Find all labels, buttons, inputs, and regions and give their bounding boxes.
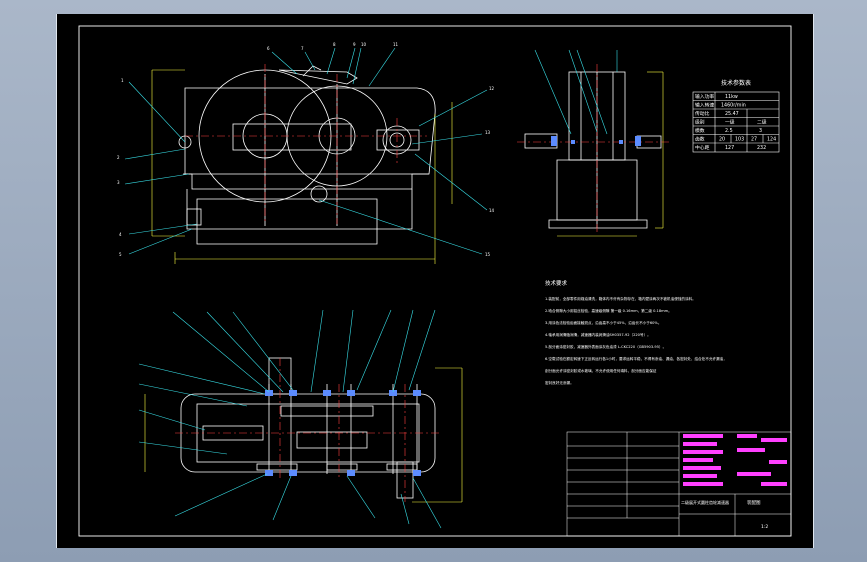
front-balloons: 123 456 78 9 10 1112 131415 [117, 42, 495, 257]
svg-text:13: 13 [485, 130, 491, 135]
param-stage-2: 二级 [757, 119, 767, 126]
side-leaders [534, 49, 618, 135]
param-label-speed: 输入转速 [695, 102, 714, 109]
requirement-7: 剖分面允许涂密封胶或水玻璃，不允许使用任何填料，剖分面应能保证 [545, 368, 657, 373]
top-view [180, 357, 436, 499]
tech-params-title: 技术参数表 [721, 79, 751, 87]
requirement-8: 密封良好无渗漏。 [545, 380, 574, 385]
param-value-speed: 1460r/min [721, 103, 746, 109]
title-block-drawing-no: 装配图 [747, 499, 761, 506]
svg-text:7: 7 [301, 46, 304, 51]
param-teeth-2: 103 [735, 137, 744, 143]
requirements-title: 技术要求 [545, 279, 568, 287]
svg-text:6: 6 [267, 46, 270, 51]
requirement-6: 6.空载试验在额定转速下正反转运行各1小时，要求运转平稳，不得有渗油、漏油，各密… [545, 356, 727, 361]
title-block-name: 二级展开式圆柱齿轮减速器 [681, 499, 729, 505]
top-leaders [138, 309, 442, 529]
param-module-1: 2.5 [725, 128, 733, 134]
cad-viewport: 123 456 789 10 11 12 13 14 15 技术参数表 输入功率… [0, 0, 867, 562]
svg-text:14: 14 [489, 208, 495, 213]
title-block-magenta [683, 434, 787, 486]
requirement-2: 2.啮合侧隙大小用铅丝检验，高速级侧隙 第一级 0.16mm，第二级 0.18m… [545, 308, 672, 313]
svg-text:12: 12 [489, 86, 495, 91]
param-label-power: 输入功率 [695, 93, 714, 100]
param-center-1: 127 [725, 145, 734, 151]
svg-text:2: 2 [117, 155, 120, 160]
param-teeth-1: 20 [719, 137, 725, 143]
param-label-teeth: 齿数 [695, 136, 705, 143]
requirement-4: 4.轴承用润滑脂润滑，减速器内装润滑油SH0357-92（220号）。 [545, 332, 651, 337]
requirement-1: 1.装配前，全部零件用煤油清洗，箱体内不许有杂物存在，箱内壁涂两次不被机油侵蚀的… [545, 296, 696, 301]
param-module-2: 3 [759, 128, 762, 134]
drawing-sheet[interactable]: 123 456 789 10 11 12 13 14 15 技术参数表 输入功率… [56, 14, 814, 548]
param-value-ratio: 25.47 [725, 111, 739, 117]
assembly-drawing: 123 456 78 9 10 1112 131415 技术参数表 输入功率 1… [78, 25, 792, 537]
svg-text:4: 4 [119, 232, 122, 237]
svg-text:10: 10 [361, 42, 367, 47]
requirement-3: 3.用涂色法检验齿面接触斑点，沿齿高不小于45%，沿齿长不小于60%。 [545, 320, 661, 325]
requirement-5: 5.剖分面涂密封胶，减速器外表面涂灰色油漆 L-CKC220（GB5903-95… [545, 344, 666, 349]
svg-text:11: 11 [393, 42, 399, 47]
param-center-2: 232 [757, 145, 766, 151]
top-centerlines [175, 358, 441, 502]
param-label-center: 中心距 [695, 144, 710, 151]
front-leaders [124, 47, 488, 255]
param-stage-1: 一级 [725, 119, 735, 126]
svg-text:8: 8 [333, 42, 336, 47]
svg-text:3: 3 [117, 180, 120, 185]
param-teeth-4: 124 [767, 137, 776, 143]
tech-requirements: 技术要求 1.装配前，全部零件用煤油清洗，箱体内不许有杂物存在，箱内壁涂两次不被… [545, 279, 727, 385]
tech-params-table: 技术参数表 输入功率 11kw 输入转速 1460r/min 传动比 25.47… [692, 79, 780, 153]
side-highlights [551, 136, 641, 146]
param-value-power: 11kw [725, 94, 738, 100]
title-block: 二级展开式圆柱齿轮减速器 装配图 1:2 [566, 431, 792, 537]
param-teeth-3: 27 [751, 137, 757, 143]
param-label-module: 模数 [695, 127, 705, 134]
side-dimensions [557, 71, 664, 237]
svg-text:5: 5 [119, 252, 122, 257]
svg-text:1: 1 [121, 78, 124, 83]
svg-text:15: 15 [485, 252, 491, 257]
param-label-ratio: 传动比 [695, 110, 710, 117]
top-dimensions [144, 367, 463, 503]
title-block-scale: 1:2 [761, 524, 768, 530]
svg-text:9: 9 [353, 42, 356, 47]
param-label-stage: 级别 [695, 119, 705, 126]
